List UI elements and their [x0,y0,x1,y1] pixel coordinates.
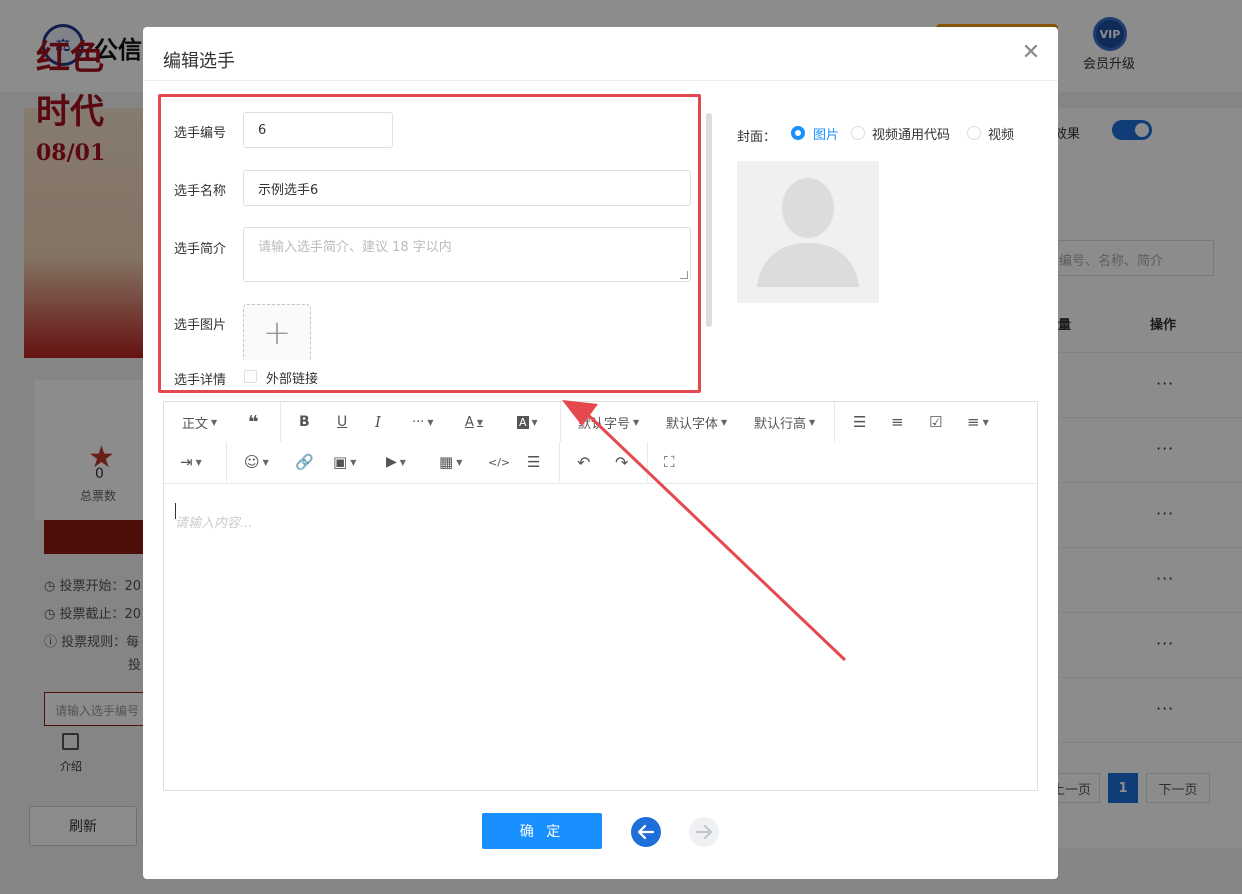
editor-toolbar: 正文 ▼ ❝ B U I ··· ▼ A ▼ A ▼ 默认字号 ▼ 默认字体 ▼ 默认行高 ▼… [164,402,1037,484]
redo-icon[interactable]: ↷ [615,450,628,474]
underline-icon[interactable]: U [337,410,347,434]
dialog-title: 编辑选手 [163,51,235,72]
link-icon[interactable]: 🔗 [295,450,314,474]
cover-radio-image[interactable] [791,126,805,140]
code-icon[interactable]: </> [488,450,510,474]
image-icon[interactable]: ▣ ▼ [333,450,356,474]
bullet-list-icon[interactable]: ☰ [853,410,866,434]
font-color-icon[interactable]: A ▼ [465,410,483,434]
arrow-right-icon [696,825,712,839]
avatar-placeholder-icon [757,178,859,287]
form-scrollbar[interactable] [706,113,712,327]
divider-line-icon[interactable]: ☰ [527,450,540,474]
image-upload-button[interactable]: + [243,304,311,360]
toolbar-separator [560,402,561,442]
background-color-icon[interactable]: A ▼ [517,410,538,434]
plus-icon: + [262,312,292,353]
external-link-checkbox[interactable] [244,370,257,383]
player-number-input[interactable]: 6 [243,112,393,148]
cover-radio-video-code[interactable] [851,126,865,140]
cover-label: 封面： [737,130,777,145]
font-size-select[interactable]: 默认字号 ▼ [578,410,639,434]
table-icon[interactable]: ▦ ▼ [439,450,462,474]
close-icon[interactable]: ✕ [1019,41,1043,65]
video-icon[interactable]: ▶ ▼ [386,450,406,474]
font-family-select[interactable]: 默认字体 ▼ [666,410,727,434]
more-style-icon[interactable]: ··· ▼ [412,410,434,434]
cover-radio-video[interactable] [967,126,981,140]
todo-icon[interactable]: ☑ [929,410,942,434]
rich-text-editor: 正文 ▼ ❝ B U I ··· ▼ A ▼ A ▼ 默认字号 ▼ 默认字体 ▼ 默认行高 ▼… [163,401,1038,791]
font-family-label: 默认字体 [666,416,719,432]
align-icon[interactable]: ≡ ▼ [967,410,989,434]
player-intro-textarea[interactable]: 请输入选手简介、建议 18 字以内 [243,227,691,282]
toolbar-separator [647,442,648,482]
fullscreen-icon[interactable]: ⛶ [664,450,675,474]
arrow-left-icon [637,824,655,840]
undo-icon[interactable]: ↶ [577,450,590,474]
paragraph-format-label: 正文 [182,416,209,432]
italic-icon[interactable]: I [375,410,381,434]
player-name-input[interactable]: 示例选手6 [243,170,691,206]
player-intro-label: 选手简介 [174,242,227,257]
toolbar-separator [226,442,227,482]
player-image-label: 选手图片 [174,318,227,333]
edit-player-dialog: 编辑选手 ✕ 选手编号 6 选手名称 示例选手6 选手简介 请输入选手简介、建议… [143,27,1058,879]
cover-preview-image [737,161,879,303]
bold-icon[interactable]: B [299,410,310,434]
player-number-label: 选手编号 [174,126,227,141]
emoji-icon[interactable]: ☺ ▼ [244,450,269,474]
toolbar-separator [559,442,560,482]
toolbar-separator [834,402,835,442]
indent-icon[interactable]: ⇥ ▼ [180,450,202,474]
cover-option-image[interactable]: 图片 [813,124,839,143]
editor-content-area[interactable]: 请输入内容... [175,512,252,531]
numbered-list-icon[interactable]: ≡ [891,410,904,434]
dialog-divider [143,80,1058,81]
forward-arrow-icon[interactable] [689,817,719,847]
back-arrow-icon[interactable] [631,817,661,847]
quote-icon[interactable]: ❝ [248,410,259,434]
cover-option-video[interactable]: 视频 [988,124,1014,143]
confirm-button[interactable]: 确 定 [482,813,602,849]
player-name-label: 选手名称 [174,184,227,199]
line-height-label: 默认行高 [754,416,807,432]
toolbar-separator [280,402,281,442]
paragraph-format-button[interactable]: 正文 ▼ [182,410,217,434]
player-detail-label: 选手详情 [174,373,227,388]
external-link-label[interactable]: 外部链接 [266,368,318,387]
line-height-select[interactable]: 默认行高 ▼ [754,410,815,434]
font-size-label: 默认字号 [578,416,631,432]
cover-option-video-code[interactable]: 视频通用代码 [872,124,950,143]
